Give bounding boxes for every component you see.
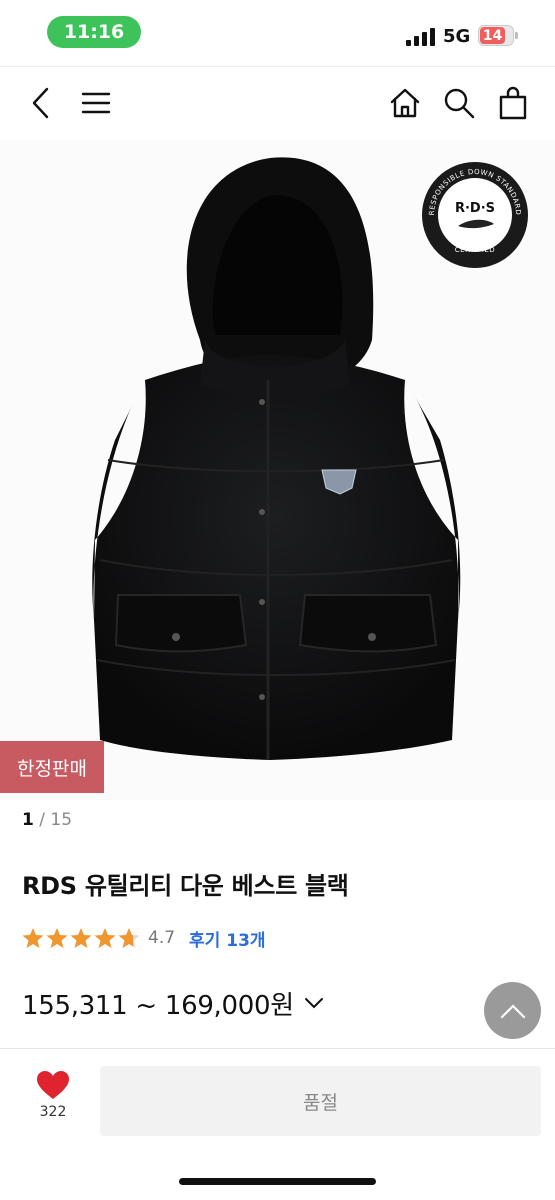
reviews-link[interactable]: 후기 13개 [189,926,266,951]
status-time: 11:16 [47,16,141,48]
product-image[interactable]: RESPONSIBLE DOWN STANDARD R·D·S CERTIFIE… [0,140,555,800]
search-icon [444,88,475,119]
scroll-top-button[interactable] [484,982,541,1039]
heart-icon [37,1071,69,1099]
battery-level: 14 [480,27,505,44]
home-button[interactable] [386,84,424,122]
soldout-button[interactable]: 품절 [100,1066,541,1136]
cart-button[interactable] [494,84,532,122]
rds-certified-text: CERTIFIED [455,246,495,254]
divider [0,1048,555,1049]
price-row[interactable]: 155,311 ~ 169,000원 [22,985,324,1021]
menu-button[interactable] [78,87,114,119]
top-nav [0,67,555,139]
star-icon [118,928,140,948]
limited-sale-badge: 한정판매 [0,741,104,793]
shopping-bag-icon [499,86,527,120]
rds-badge-label: R·D·S [455,201,495,216]
image-pager: 1 / 15 [22,810,73,830]
network-label: 5G [443,26,471,47]
star-icon [46,928,68,948]
status-bar: 11:16 5G 14 [0,0,555,66]
price-range: 155,311 ~ 169,000원 [22,990,294,1021]
like-button[interactable]: 322 [26,1070,80,1134]
like-count: 322 [39,1104,67,1120]
battery-cap [515,32,518,39]
chevron-down-icon [304,998,323,1009]
product-title: RDS 유틸리티 다운 베스트 블랙 [22,872,349,900]
rating-value: 4.7 [148,928,176,948]
home-indicator [179,1178,376,1185]
search-button[interactable] [440,84,478,122]
star-icon [70,928,92,948]
pager-current: 1 [22,810,34,830]
signal-icon [406,28,436,46]
star-icon [94,928,116,948]
chevron-left-icon [32,87,49,119]
back-button[interactable] [24,85,58,121]
rating-row: 4.7 후기 13개 [22,924,266,952]
pager-total: 15 [50,810,73,830]
home-icon [390,88,420,118]
star-rating [22,927,142,949]
hamburger-icon [81,92,111,114]
chevron-up-icon [500,1003,525,1018]
battery-icon: 14 [478,25,514,46]
rds-badge-icon: RESPONSIBLE DOWN STANDARD R·D·S CERTIFIE… [422,162,528,268]
star-icon [22,928,44,948]
